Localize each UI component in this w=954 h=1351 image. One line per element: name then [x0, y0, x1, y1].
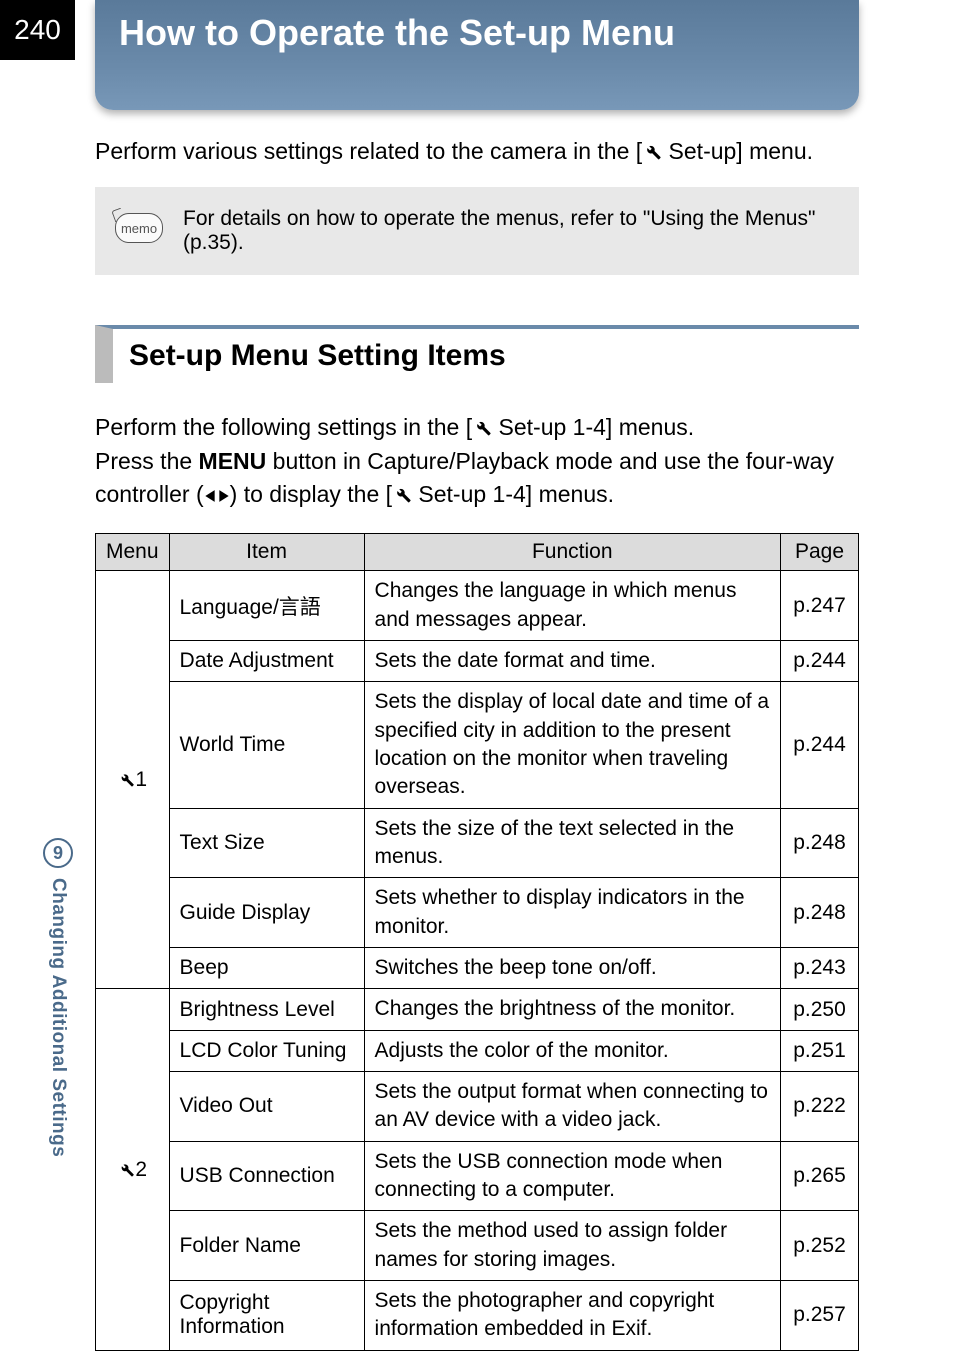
wrench-icon [117, 770, 135, 788]
table-row: World TimeSets the display of local date… [96, 682, 859, 808]
function-cell: Changes the brightness of the monitor. [364, 989, 780, 1030]
table-row: Text SizeSets the size of the text selec… [96, 808, 859, 878]
page-cell: p.244 [781, 640, 859, 681]
instruction-text: Perform the following settings in the [ … [95, 411, 859, 511]
intro-text: Perform various settings related to the … [95, 135, 859, 167]
instr-2d: Set-up 1-4] menus. [412, 481, 614, 507]
menu-suffix: 2 [135, 1158, 147, 1181]
page-cell: p.252 [781, 1211, 859, 1281]
wrench-icon [472, 417, 492, 437]
function-cell: Adjusts the color of the monitor. [364, 1030, 780, 1071]
item-cell: Copyright Information [169, 1281, 364, 1351]
function-cell: Sets the date format and time. [364, 640, 780, 681]
page-cell: p.248 [781, 808, 859, 878]
left-right-arrows-icon [204, 489, 230, 503]
chapter-number-circle: 9 [43, 838, 73, 868]
page-cell: p.247 [781, 571, 859, 641]
memo-text: For details on how to operate the menus,… [183, 207, 839, 255]
function-cell: Switches the beep tone on/off. [364, 948, 780, 989]
section-heading: Set-up Menu Setting Items [95, 325, 859, 383]
th-menu: Menu [96, 534, 170, 571]
item-cell: USB Connection [169, 1141, 364, 1211]
item-cell: Text Size [169, 808, 364, 878]
table-row: Date AdjustmentSets the date format and … [96, 640, 859, 681]
instr-1b: Set-up 1-4] menus. [492, 414, 694, 440]
intro-suffix: Set-up] menu. [662, 138, 813, 164]
page-number: 240 [14, 14, 61, 46]
item-cell: Language/言語 [169, 571, 364, 641]
item-cell: Date Adjustment [169, 640, 364, 681]
content-area: Perform various settings related to the … [95, 135, 859, 1351]
table-row: Folder NameSets the method used to assig… [96, 1211, 859, 1281]
setup-table: Menu Item Function Page 1Language/言語Chan… [95, 533, 859, 1351]
page-cell: p.248 [781, 878, 859, 948]
table-row: 1Language/言語Changes the language in whic… [96, 571, 859, 641]
title-bar: How to Operate the Set-up Menu [95, 0, 859, 110]
memo-box: memo For details on how to operate the m… [95, 187, 859, 275]
table-row: Video OutSets the output format when con… [96, 1072, 859, 1142]
instr-1a: Perform the following settings in the [ [95, 414, 472, 440]
item-cell: LCD Color Tuning [169, 1030, 364, 1071]
item-cell: Guide Display [169, 878, 364, 948]
menu-suffix: 1 [135, 768, 147, 791]
side-tab: 9 Changing Additional Settings [25, 838, 91, 1157]
item-cell: World Time [169, 682, 364, 808]
function-cell: Sets whether to display indicators in th… [364, 878, 780, 948]
table-row: Copyright InformationSets the photograph… [96, 1281, 859, 1351]
th-function: Function [364, 534, 780, 571]
table-row: BeepSwitches the beep tone on/off.p.243 [96, 948, 859, 989]
wrench-icon [117, 1160, 135, 1178]
chapter-label: Changing Additional Settings [47, 878, 69, 1157]
page-title: How to Operate the Set-up Menu [119, 12, 835, 54]
item-cell: Video Out [169, 1072, 364, 1142]
table-row: USB ConnectionSets the USB connection mo… [96, 1141, 859, 1211]
function-cell: Sets the display of local date and time … [364, 682, 780, 808]
page-number-tab: 240 [0, 0, 75, 60]
function-cell: Sets the USB connection mode when connec… [364, 1141, 780, 1211]
table-row: 2Brightness LevelChanges the brightness … [96, 989, 859, 1030]
menu-key-label: MENU [199, 448, 267, 474]
memo-icon: memo [115, 213, 165, 249]
th-item: Item [169, 534, 364, 571]
function-cell: Sets the size of the text selected in th… [364, 808, 780, 878]
page-cell: p.257 [781, 1281, 859, 1351]
wrench-icon [392, 484, 412, 504]
item-cell: Brightness Level [169, 989, 364, 1030]
page-cell: p.250 [781, 989, 859, 1030]
th-page: Page [781, 534, 859, 571]
table-row: LCD Color TuningAdjusts the color of the… [96, 1030, 859, 1071]
memo-label: memo [121, 221, 157, 236]
instr-2a: Press the [95, 448, 199, 474]
table-header-row: Menu Item Function Page [96, 534, 859, 571]
page-cell: p.222 [781, 1072, 859, 1142]
intro-prefix: Perform various settings related to the … [95, 138, 642, 164]
menu-group-cell: 2 [96, 989, 170, 1350]
instr-2c: ) to display the [ [230, 481, 392, 507]
item-cell: Beep [169, 948, 364, 989]
wrench-icon [642, 141, 662, 161]
page-cell: p.251 [781, 1030, 859, 1071]
page-cell: p.265 [781, 1141, 859, 1211]
function-cell: Changes the language in which menus and … [364, 571, 780, 641]
page-cell: p.243 [781, 948, 859, 989]
menu-group-cell: 1 [96, 571, 170, 989]
page-cell: p.244 [781, 682, 859, 808]
function-cell: Sets the photographer and copyright info… [364, 1281, 780, 1351]
chapter-number: 9 [53, 843, 63, 864]
function-cell: Sets the output format when connecting t… [364, 1072, 780, 1142]
item-cell: Folder Name [169, 1211, 364, 1281]
function-cell: Sets the method used to assign folder na… [364, 1211, 780, 1281]
table-row: Guide DisplaySets whether to display ind… [96, 878, 859, 948]
